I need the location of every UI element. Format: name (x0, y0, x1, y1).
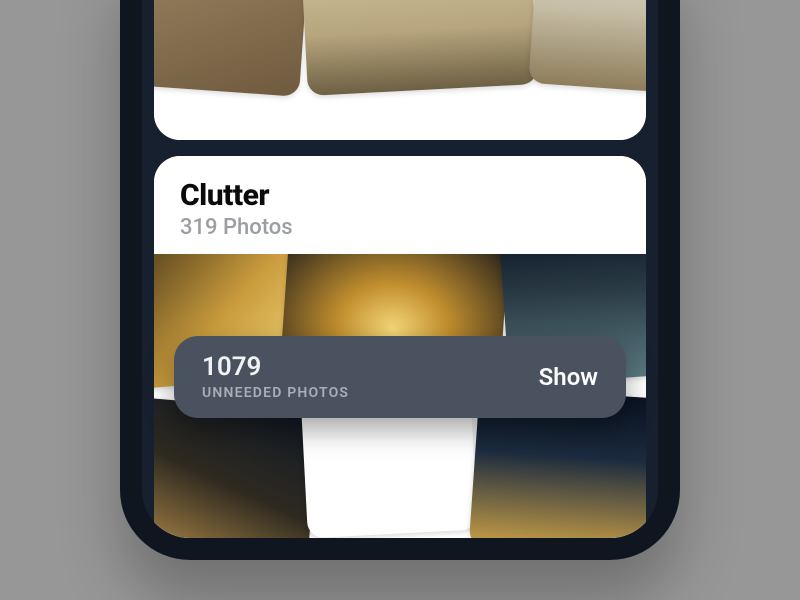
pill-info: 1079 UNNEEDED PHOTOS (202, 353, 349, 401)
unneeded-count: 1079 (202, 353, 349, 383)
unneeded-label: UNNEEDED PHOTOS (202, 385, 349, 401)
photo-thumbnail[interactable] (528, 0, 646, 97)
thumbnail-strip (154, 0, 646, 140)
unneeded-photos-pill: 1079 UNNEEDED PHOTOS Show (174, 336, 626, 418)
photo-thumbnail[interactable] (154, 0, 309, 97)
photo-section-card[interactable] (154, 0, 646, 140)
photo-thumbnail[interactable] (300, 0, 538, 96)
section-title: Clutter (180, 178, 620, 213)
app-screen: Clutter 319 Photos 1079 UNNEEDED PHOTOS … (142, 0, 658, 538)
card-header: Clutter 319 Photos (154, 156, 646, 254)
device-frame: Clutter 319 Photos 1079 UNNEEDED PHOTOS … (120, 0, 680, 560)
section-subtitle: 319 Photos (180, 215, 620, 240)
show-button[interactable]: Show (539, 363, 598, 391)
